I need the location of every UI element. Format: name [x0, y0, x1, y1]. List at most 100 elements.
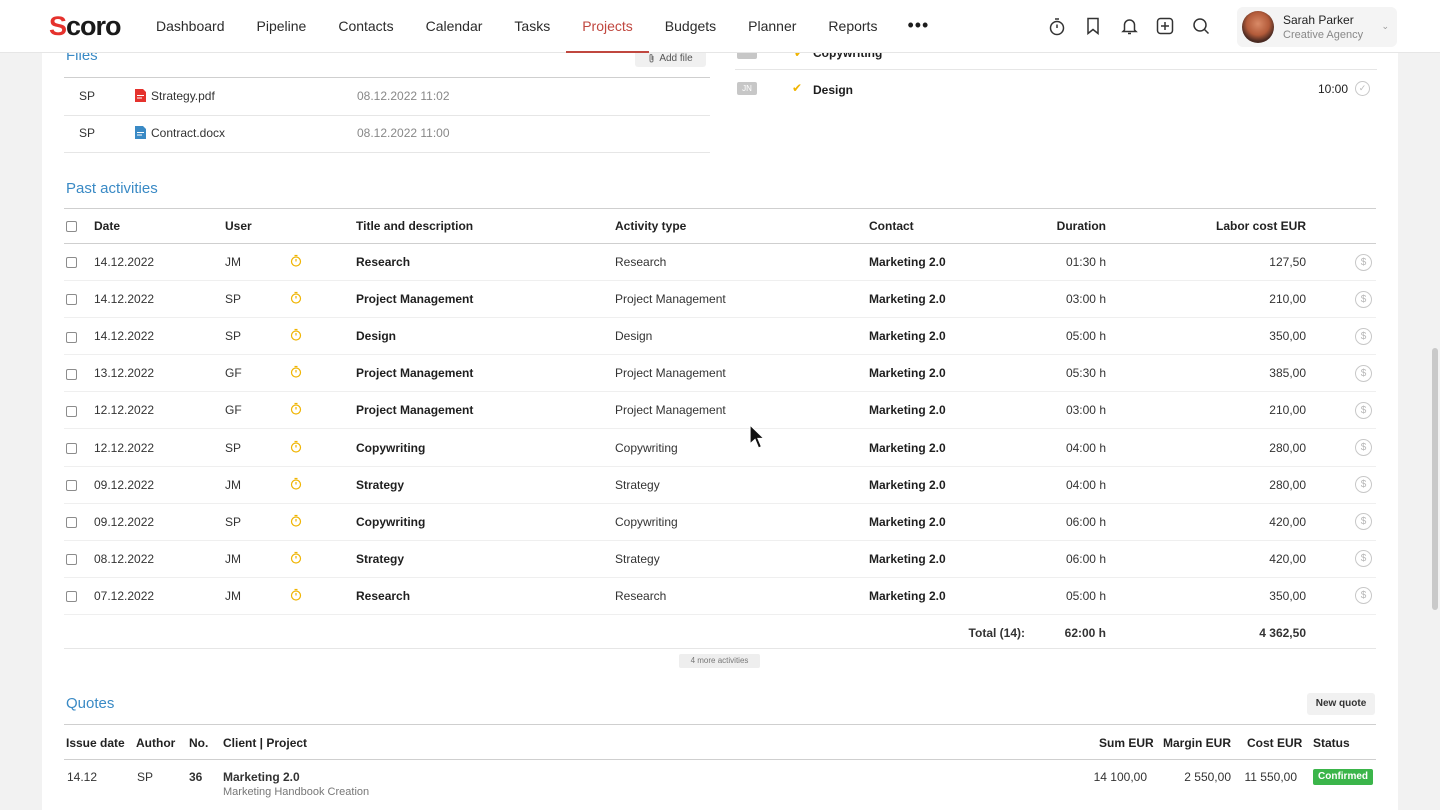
billable-icon[interactable]: $ [1355, 401, 1372, 419]
row-checkbox[interactable] [66, 294, 77, 306]
activity-title[interactable]: Design [356, 317, 615, 356]
activity-contact[interactable]: Marketing 2.0 [869, 466, 1025, 504]
file-row[interactable]: SP Strategy.pdf 08.12.2022 11:02 [65, 77, 710, 114]
row-checkbox[interactable] [66, 554, 77, 566]
col-margin[interactable]: Margin EUR [1163, 736, 1231, 750]
col-author[interactable]: Author [136, 736, 175, 750]
complete-task-icon[interactable]: ✓ [1355, 81, 1370, 96]
col-issue-date[interactable]: Issue date [66, 736, 125, 750]
row-checkbox[interactable] [66, 405, 77, 417]
activity-title[interactable]: Research [356, 577, 615, 615]
user-menu[interactable]: Sarah Parker Creative Agency ⌄ [1237, 7, 1397, 47]
table-row[interactable]: 14.12.2022 SP Design Design Marketing 2.0 05:… [64, 317, 1376, 356]
row-checkbox[interactable] [66, 257, 77, 269]
table-row[interactable]: 12.12.2022 GF Project Management Project Ma… [64, 391, 1376, 430]
activity-contact[interactable]: Marketing 2.0 [869, 577, 1025, 615]
row-checkbox[interactable] [66, 442, 77, 454]
table-row[interactable]: 09.12.2022 SP Copywriting Copywriting Market… [64, 503, 1376, 541]
nav-budgets[interactable]: Budgets [649, 0, 732, 53]
file-name[interactable]: Strategy.pdf [151, 89, 215, 103]
row-checkbox[interactable] [66, 591, 77, 603]
activity-title[interactable]: Strategy [356, 466, 615, 504]
table-row[interactable]: 14.12.2022 SP Project Management Project Ma… [64, 280, 1376, 319]
col-no[interactable]: No. [189, 736, 208, 750]
col-title[interactable]: Title and description [356, 208, 615, 244]
bookmark-icon[interactable] [1081, 14, 1105, 38]
activity-title[interactable]: Research [356, 243, 615, 282]
activity-title[interactable]: Strategy [356, 540, 615, 578]
table-row[interactable]: 08.12.2022 JM Strategy Strategy Marketing 2.… [64, 540, 1376, 578]
billable-icon[interactable]: $ [1355, 253, 1372, 271]
activity-title[interactable]: Copywriting [356, 503, 615, 541]
table-row[interactable]: 07.12.2022 JM Research Research Marketing 2.… [64, 577, 1376, 615]
nav-reports[interactable]: Reports [812, 0, 893, 53]
billable-icon[interactable]: $ [1355, 290, 1372, 308]
activity-title[interactable]: Project Management [356, 280, 615, 319]
task-title[interactable]: Design [813, 83, 853, 97]
activity-date: 12.12.2022 [94, 391, 225, 430]
search-icon[interactable] [1189, 14, 1213, 38]
col-sum[interactable]: Sum EUR [1099, 736, 1154, 750]
task-check-icon: ✔ [792, 81, 803, 95]
row-checkbox[interactable] [66, 479, 77, 491]
new-quote-button[interactable]: New quote [1307, 693, 1375, 715]
col-duration[interactable]: Duration [1025, 208, 1106, 244]
quote-number[interactable]: 36 [189, 770, 202, 784]
activity-contact[interactable]: Marketing 2.0 [869, 280, 1025, 319]
activity-type: Design [615, 317, 869, 356]
nav-planner[interactable]: Planner [732, 0, 812, 53]
activity-contact[interactable]: Marketing 2.0 [869, 354, 1025, 393]
nav-tasks[interactable]: Tasks [498, 0, 566, 53]
col-cost[interactable]: Cost EUR [1247, 736, 1302, 750]
activity-contact[interactable]: Marketing 2.0 [869, 503, 1025, 541]
row-checkbox[interactable] [66, 331, 77, 343]
bell-icon[interactable] [1117, 14, 1141, 38]
more-activities-button[interactable]: 4 more activities [679, 654, 760, 668]
scoro-logo[interactable]: Scoro [49, 11, 122, 42]
nav-contacts[interactable]: Contacts [322, 0, 409, 53]
file-name[interactable]: Contract.docx [151, 126, 225, 140]
table-row[interactable]: 14.12.2022 JM Research Research Marketing 2.… [64, 243, 1376, 282]
table-row[interactable]: 13.12.2022 GF Project Management Project Ma… [64, 354, 1376, 393]
add-icon[interactable] [1153, 14, 1177, 38]
quote-client[interactable]: Marketing 2.0 [223, 770, 300, 784]
billable-icon[interactable]: $ [1355, 587, 1372, 605]
activity-contact[interactable]: Marketing 2.0 [869, 428, 1025, 467]
col-status[interactable]: Status [1313, 736, 1350, 750]
table-row[interactable]: 09.12.2022 JM Strategy Strategy Marketing 2.… [64, 466, 1376, 504]
timer-icon[interactable] [1045, 14, 1069, 38]
vertical-scrollbar[interactable] [1432, 348, 1438, 610]
select-all-checkbox[interactable] [66, 221, 77, 233]
nav-calendar[interactable]: Calendar [410, 0, 499, 53]
timer-icon [290, 365, 302, 381]
billable-icon[interactable]: $ [1355, 364, 1372, 382]
file-row[interactable]: SP Contract.docx 08.12.2022 11:00 [65, 114, 710, 151]
table-row[interactable]: 12.12.2022 SP Copywriting Copywriting Market… [64, 428, 1376, 467]
activity-title[interactable]: Project Management [356, 391, 615, 430]
billable-icon[interactable]: $ [1355, 439, 1372, 457]
col-user[interactable]: User [225, 208, 290, 244]
row-checkbox[interactable] [66, 368, 77, 380]
col-date[interactable]: Date [94, 208, 225, 244]
billable-icon[interactable]: $ [1355, 550, 1372, 568]
billable-icon[interactable]: $ [1355, 327, 1372, 345]
activity-title[interactable]: Copywriting [356, 428, 615, 467]
row-checkbox[interactable] [66, 517, 77, 529]
nav-dashboard[interactable]: Dashboard [140, 0, 241, 53]
timer-icon [290, 477, 302, 493]
nav-pipeline[interactable]: Pipeline [241, 0, 323, 53]
activity-contact[interactable]: Marketing 2.0 [869, 243, 1025, 282]
col-type[interactable]: Activity type [615, 208, 869, 244]
activity-contact[interactable]: Marketing 2.0 [869, 391, 1025, 430]
billable-icon[interactable]: $ [1355, 513, 1372, 531]
activity-title[interactable]: Project Management [356, 354, 615, 393]
activity-contact[interactable]: Marketing 2.0 [869, 317, 1025, 356]
nav-projects[interactable]: Projects [566, 0, 649, 53]
activity-contact[interactable]: Marketing 2.0 [869, 540, 1025, 578]
billable-icon[interactable]: $ [1355, 476, 1372, 494]
quote-project[interactable]: Marketing Handbook Creation [223, 786, 369, 798]
col-contact[interactable]: Contact [869, 208, 1025, 244]
more-menu-icon[interactable]: ••• [893, 0, 943, 53]
col-labor-cost[interactable]: Labor cost EUR [1106, 208, 1306, 244]
col-client-project[interactable]: Client | Project [223, 736, 307, 750]
